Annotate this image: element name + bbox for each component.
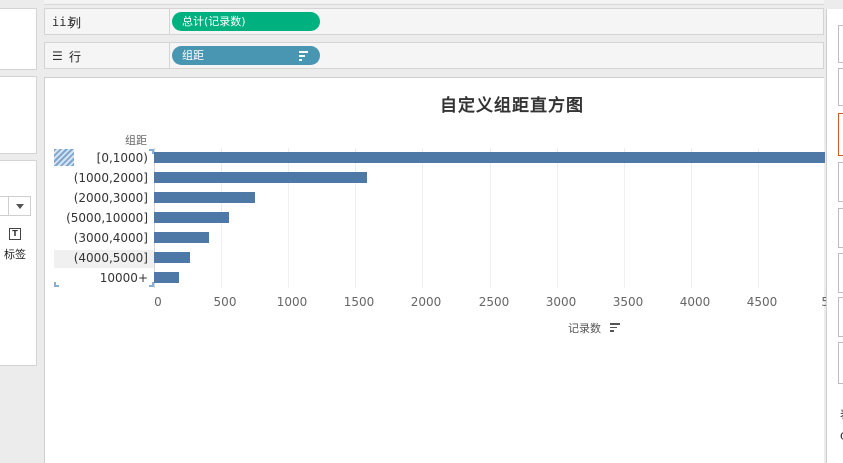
bar[interactable] — [154, 252, 190, 263]
gridline — [288, 148, 289, 288]
x-tick-label: 0 — [154, 295, 162, 309]
top-toolbar-edge — [44, 0, 824, 5]
mark-type-dropdown[interactable] — [0, 196, 31, 216]
row-label[interactable]: (4000,5000] — [74, 250, 148, 266]
gridline — [355, 148, 356, 288]
x-tick-label: 4000 — [679, 295, 711, 309]
panel-button[interactable] — [838, 342, 843, 384]
gridline — [490, 148, 491, 288]
total-records-pill[interactable]: 总计(记录数) — [172, 12, 320, 31]
row-label[interactable]: (2000,3000] — [74, 190, 148, 206]
rows-icon: ☰ — [52, 49, 63, 63]
panel-button[interactable] — [838, 68, 843, 106]
bar[interactable] — [154, 272, 179, 283]
row-label[interactable]: (1000,2000] — [74, 170, 148, 186]
rows-shelf-label: 行 — [69, 50, 82, 64]
x-tick-label: 4500 — [746, 295, 778, 309]
x-tick-label: 3500 — [612, 295, 644, 309]
gridline — [422, 148, 423, 288]
marks-card — [0, 160, 37, 366]
rows-shelf[interactable]: ☰ 行 组距 — [44, 42, 824, 69]
bin-range-pill[interactable]: 组距 — [172, 46, 320, 65]
label-button-text: 标签 — [4, 248, 26, 261]
gridline — [758, 148, 759, 288]
bar[interactable] — [154, 212, 229, 223]
tableau-workspace: T 标签 iii 列 总计(记录数) ☰ 行 组距 自定义组距直方图 组距 [0 — [0, 0, 843, 463]
chart-title: 自定义组距直方图 — [440, 96, 584, 116]
row-label[interactable]: [0,1000) — [97, 150, 148, 166]
bar-plot-area[interactable] — [154, 148, 826, 288]
row-label[interactable]: (3000,4000] — [74, 230, 148, 246]
x-tick-label: 2500 — [478, 295, 510, 309]
filters-card — [0, 76, 37, 154]
total-records-pill-label: 总计(记录数) — [182, 15, 246, 28]
bar[interactable] — [154, 172, 367, 183]
row-label[interactable]: (5000,10000] — [66, 210, 148, 226]
x-tick-label: 1500 — [343, 295, 375, 309]
panel-button[interactable] — [838, 25, 843, 63]
panel-button[interactable] — [838, 162, 843, 202]
bar[interactable] — [154, 232, 209, 243]
bar[interactable] — [154, 152, 825, 163]
x-axis-title: 记录数 — [568, 322, 601, 335]
gridline — [624, 148, 625, 288]
label-button[interactable]: T 标签 — [2, 228, 28, 262]
columns-shelf[interactable]: iii 列 总计(记录数) — [44, 8, 824, 35]
rows-shelf-header: ☰ 行 — [45, 43, 170, 68]
selection-bracket — [54, 282, 59, 287]
row-label[interactable]: 10000+ — [100, 270, 148, 286]
gridline — [557, 148, 558, 288]
chevron-down-icon — [16, 204, 24, 209]
row-header-label: 组距 — [125, 134, 147, 147]
selection-corner-icon — [54, 149, 74, 166]
columns-shelf-label: 列 — [69, 16, 82, 30]
panel-button-active[interactable] — [838, 113, 843, 156]
worksheet-view: 自定义组距直方图 组距 [0,1000) (1000,2000] (2000,300… — [44, 77, 837, 463]
axis-sort-icon[interactable] — [610, 323, 620, 334]
panel-button[interactable] — [838, 297, 843, 337]
pages-card — [0, 8, 37, 70]
panel-button[interactable] — [838, 253, 843, 293]
x-tick-label: 3000 — [545, 295, 577, 309]
bar[interactable] — [154, 192, 255, 203]
panel-button[interactable] — [838, 208, 843, 248]
x-tick-label: 2000 — [410, 295, 442, 309]
sort-descending-icon[interactable] — [299, 51, 308, 63]
bin-range-pill-label: 组距 — [182, 49, 204, 62]
x-tick-label: 500 — [213, 295, 237, 309]
x-tick-label: 1000 — [276, 295, 308, 309]
text-label-icon: T — [9, 228, 21, 240]
gridline — [691, 148, 692, 288]
columns-shelf-header: iii 列 — [45, 9, 170, 34]
